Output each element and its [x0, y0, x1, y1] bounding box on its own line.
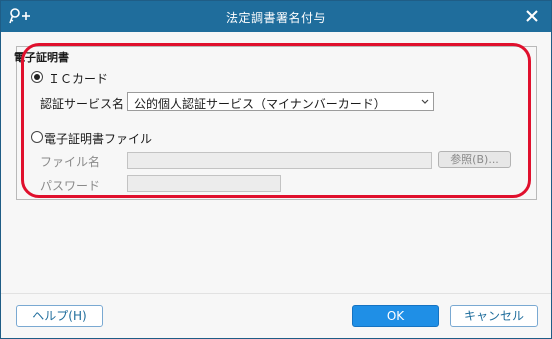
- service-name-value: 公的個人認証サービス（マイナンバーカード）: [134, 97, 386, 111]
- certificate-file-radio[interactable]: [31, 131, 43, 143]
- password-input[interactable]: [127, 175, 281, 192]
- certificate-file-label: 電子証明書ファイル: [44, 132, 153, 146]
- dialog-title: 法定調書署名付与: [225, 11, 326, 25]
- footer-divider: [1, 293, 551, 294]
- close-icon[interactable]: [523, 7, 541, 25]
- service-name-label: 認証サービス名: [40, 97, 125, 111]
- help-button[interactable]: ヘルプ(H): [16, 305, 103, 327]
- filename-input[interactable]: [127, 152, 432, 169]
- dialog-window: 法定調書署名付与 電子証明書 ＩＣカード 認証サービス名 公的個人認証サービス（…: [0, 0, 552, 339]
- chevron-down-icon: [421, 99, 429, 104]
- filename-label: ファイル名: [40, 155, 101, 169]
- browse-button[interactable]: 参照(B)...: [438, 151, 511, 168]
- service-name-select[interactable]: 公的個人認証サービス（マイナンバーカード）: [127, 92, 434, 111]
- ic-card-label: ＩＣカード: [48, 72, 109, 86]
- ok-button[interactable]: OK: [352, 305, 439, 327]
- certificate-group-title: 電子証明書: [14, 51, 69, 64]
- cancel-button[interactable]: キャンセル: [450, 305, 538, 327]
- title-bar: 法定調書署名付与: [1, 1, 551, 32]
- ic-card-radio[interactable]: [31, 71, 43, 83]
- password-label: パスワード: [40, 179, 101, 193]
